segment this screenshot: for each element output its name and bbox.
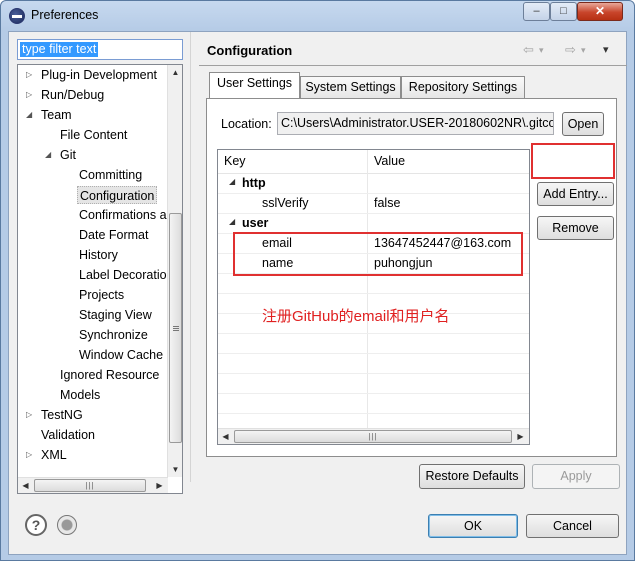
- minimize-button[interactable]: –: [523, 2, 550, 21]
- expand-twisty-icon[interactable]: ▷: [26, 406, 32, 424]
- location-label: Location:: [221, 117, 272, 131]
- tree-item-ignored-resources[interactable]: Ignored Resource: [60, 366, 159, 384]
- tree-item-history[interactable]: History: [79, 246, 118, 264]
- collapse-twisty-icon[interactable]: ◢: [229, 177, 235, 186]
- restore-defaults-button[interactable]: Restore Defaults: [419, 464, 525, 489]
- table-horizontal-scrollbar[interactable]: ◀ ||| ▶: [218, 428, 529, 444]
- table-header: Key Value: [218, 150, 529, 174]
- collapse-twisty-icon[interactable]: ◢: [229, 217, 235, 226]
- forward-arrow-icon[interactable]: ⇨: [565, 42, 576, 58]
- tree-item-run-debug[interactable]: Run/Debug: [41, 86, 104, 104]
- tree-item-window-cache[interactable]: Window Cache: [79, 346, 163, 364]
- eclipse-app-icon: [9, 8, 25, 24]
- scroll-left-icon[interactable]: ◀: [218, 429, 233, 444]
- entry-value: false: [374, 196, 401, 210]
- tree-item-date-format[interactable]: Date Format: [79, 226, 148, 244]
- help-icon[interactable]: ?: [25, 514, 47, 536]
- scroll-left-icon[interactable]: ◀: [18, 478, 33, 493]
- window-title: Preferences: [31, 8, 99, 22]
- back-arrow-icon[interactable]: ⇦: [523, 42, 534, 58]
- tree-vertical-scrollbar[interactable]: ▲ ▼: [167, 65, 182, 477]
- chevron-down-icon[interactable]: ▾: [539, 45, 544, 56]
- open-button[interactable]: Open: [562, 112, 604, 136]
- collapse-twisty-icon[interactable]: ◢: [26, 106, 32, 124]
- section-key: http: [242, 176, 266, 190]
- tree-item-validation[interactable]: Validation: [41, 426, 95, 444]
- apply-button[interactable]: Apply: [532, 464, 620, 489]
- tab-user-settings[interactable]: User Settings: [209, 72, 300, 98]
- scroll-right-icon[interactable]: ▶: [152, 478, 167, 493]
- filter-input-text: type filter text: [20, 42, 99, 57]
- maximize-button[interactable]: □: [550, 2, 577, 21]
- collapse-twisty-icon[interactable]: ◢: [45, 146, 51, 164]
- tree-horizontal-scrollbar[interactable]: ◀ ||| ▶: [18, 477, 168, 493]
- panel-divider[interactable]: [190, 32, 191, 482]
- tree-item-xml[interactable]: XML: [41, 446, 67, 464]
- scrollbar-thumb[interactable]: |||: [34, 479, 146, 492]
- add-entry-highlight: [531, 143, 615, 179]
- tree-item-plugin-development[interactable]: Plug-in Development: [41, 66, 157, 84]
- tree-item-label-decorations[interactable]: Label Decoratio: [79, 266, 167, 284]
- cancel-button[interactable]: Cancel: [526, 514, 619, 538]
- view-menu-icon[interactable]: ▾: [603, 43, 609, 56]
- tree-item-testng[interactable]: TestNG: [41, 406, 83, 424]
- tree-item-synchronize[interactable]: Synchronize: [79, 326, 148, 344]
- tree-item-file-content[interactable]: File Content: [60, 126, 127, 144]
- config-table[interactable]: Key Value ◢ http sslVerify false ◢ user: [217, 149, 530, 445]
- ok-button[interactable]: OK: [428, 514, 518, 538]
- title-bar: Preferences – □ ✕: [1, 1, 634, 31]
- tree-item-git[interactable]: Git: [60, 146, 76, 164]
- preference-tree[interactable]: ▷ Plug-in Development ▷ Run/Debug ◢ Team…: [17, 64, 183, 494]
- record-macro-icon[interactable]: [57, 515, 77, 535]
- close-button[interactable]: ✕: [577, 2, 623, 21]
- tree-item-team[interactable]: Team: [41, 106, 72, 124]
- scrollbar-thumb[interactable]: |||: [234, 430, 512, 443]
- add-entry-button[interactable]: Add Entry...: [537, 182, 614, 206]
- chevron-down-icon[interactable]: ▾: [581, 45, 586, 56]
- page-title: Configuration: [207, 43, 293, 58]
- table-row[interactable]: [218, 334, 529, 354]
- expand-twisty-icon[interactable]: ▷: [26, 86, 32, 104]
- column-header-key[interactable]: Key: [224, 154, 246, 168]
- remove-button[interactable]: Remove: [537, 216, 614, 240]
- scroll-right-icon[interactable]: ▶: [513, 429, 528, 444]
- entry-key: sslVerify: [262, 196, 309, 210]
- tree-item-models[interactable]: Models: [60, 386, 100, 404]
- scroll-down-icon[interactable]: ▼: [168, 462, 182, 477]
- table-row[interactable]: [218, 394, 529, 414]
- tree-item-staging-view[interactable]: Staging View: [79, 306, 152, 324]
- table-row[interactable]: [218, 274, 529, 294]
- filter-input[interactable]: type filter text: [17, 39, 183, 60]
- tab-repository-settings[interactable]: Repository Settings: [401, 76, 525, 98]
- table-row[interactable]: ◢ http: [218, 174, 529, 194]
- title-separator: [199, 65, 627, 66]
- tab-system-settings[interactable]: System Settings: [300, 76, 401, 98]
- tree-item-confirmations[interactable]: Confirmations a: [79, 206, 167, 224]
- table-row[interactable]: [218, 354, 529, 374]
- tree-item-configuration[interactable]: Configuration: [77, 186, 158, 204]
- table-row[interactable]: sslVerify false: [218, 194, 529, 214]
- preferences-window: Preferences – □ ✕ type filter text ▷ Plu…: [0, 0, 635, 561]
- column-header-value[interactable]: Value: [374, 154, 405, 168]
- dialog-client-area: type filter text ▷ Plug-in Development ▷…: [8, 31, 627, 555]
- expand-twisty-icon[interactable]: ▷: [26, 446, 32, 464]
- scrollbar-thumb[interactable]: [169, 213, 182, 443]
- scroll-up-icon[interactable]: ▲: [168, 65, 182, 80]
- section-key: user: [242, 216, 269, 230]
- table-row[interactable]: ◢ user: [218, 214, 529, 234]
- tree-item-committing[interactable]: Committing: [79, 166, 142, 184]
- annotation-text: 注册GitHub的email和用户名: [262, 308, 450, 325]
- table-row[interactable]: [218, 374, 529, 394]
- expand-twisty-icon[interactable]: ▷: [26, 66, 32, 84]
- user-entries-highlight: [233, 232, 523, 276]
- tree-item-projects[interactable]: Projects: [79, 286, 124, 304]
- location-field[interactable]: C:\Users\Administrator.USER-20180602NR\.…: [277, 112, 554, 135]
